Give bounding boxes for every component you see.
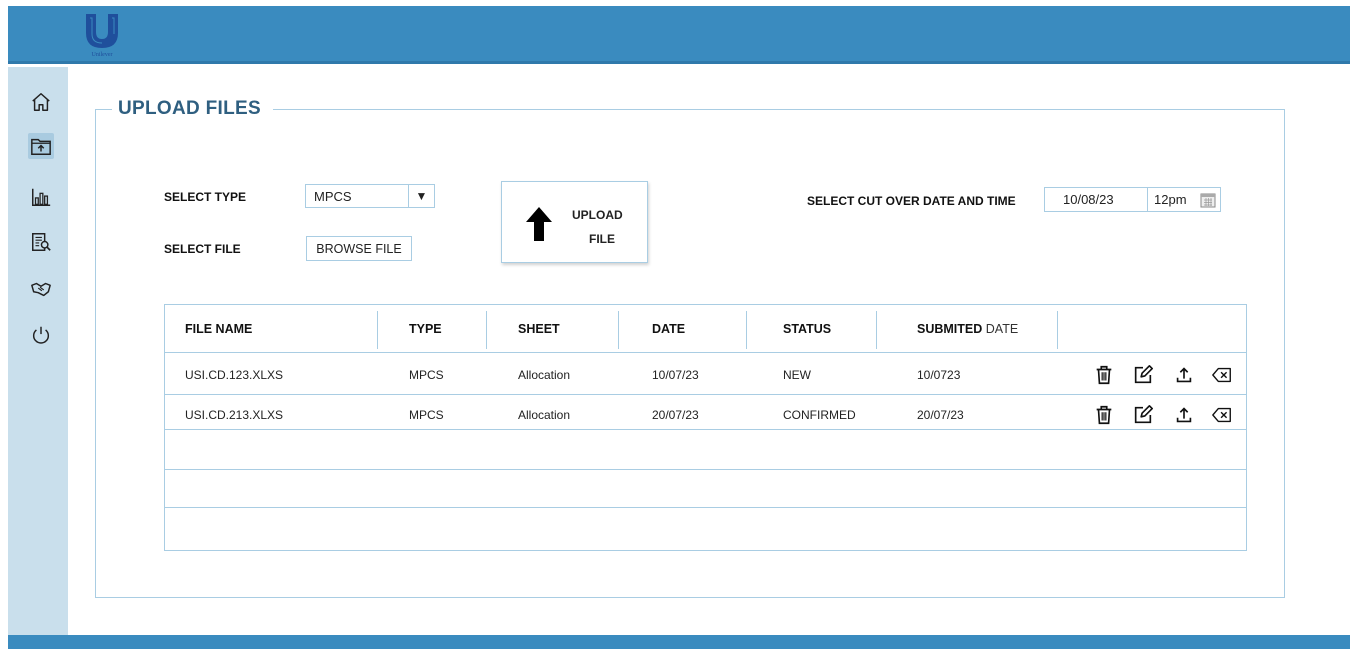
header-submitted-word: SUBMITED xyxy=(917,321,983,336)
header-divider xyxy=(377,311,378,349)
header-submitted-date: SUBMITED DATE xyxy=(917,305,1018,352)
bar-chart-icon xyxy=(32,188,51,206)
sidebar-item-home[interactable] xyxy=(28,89,54,115)
backspace-icon xyxy=(1212,407,1231,423)
table-row: USI.CD.123.XLXS MPCS Allocation 10/07/23… xyxy=(165,355,1246,395)
cell-type: MPCS xyxy=(409,368,444,382)
cell-sheet: Allocation xyxy=(518,368,571,382)
row-divider xyxy=(165,507,1246,508)
edit-icon xyxy=(1134,365,1153,384)
sidebar-item-reports[interactable] xyxy=(28,184,54,210)
edit-icon xyxy=(1134,405,1153,424)
cell-submitted: 10/0723 xyxy=(917,368,961,382)
clear-button[interactable] xyxy=(1210,363,1234,387)
trash-icon xyxy=(1096,405,1112,425)
header-divider xyxy=(486,311,487,349)
files-table: FILE NAME TYPE SHEET DATE STATUS SUBMITE… xyxy=(164,304,1247,551)
cutover-date-field[interactable]: 10/08/23 xyxy=(1044,187,1148,212)
arrow-up-icon xyxy=(526,207,552,241)
upload-row-button[interactable] xyxy=(1172,403,1196,427)
report-search-icon xyxy=(32,233,51,251)
header-divider xyxy=(1057,311,1058,349)
handshake-icon xyxy=(31,282,51,297)
browse-file-button[interactable]: BROWSE FILE xyxy=(306,236,412,261)
select-type-value: MPCS xyxy=(314,188,352,204)
select-file-label: SELECT FILE xyxy=(164,242,241,256)
edit-button[interactable] xyxy=(1131,403,1155,427)
upload-icon xyxy=(1176,367,1192,383)
sidebar-item-search-report[interactable] xyxy=(28,229,54,255)
sidebar xyxy=(8,67,68,635)
clear-button[interactable] xyxy=(1210,403,1234,427)
cutover-date-value: 10/08/23 xyxy=(1063,192,1114,207)
upload-row-button[interactable] xyxy=(1172,363,1196,387)
calendar-icon[interactable] xyxy=(1200,192,1216,208)
svg-text:Unilever: Unilever xyxy=(92,52,113,58)
sidebar-item-upload[interactable] xyxy=(28,133,54,159)
delete-button[interactable] xyxy=(1092,363,1116,387)
power-icon xyxy=(32,326,50,344)
cutover-time-field[interactable]: 12pm xyxy=(1147,187,1221,212)
upload-icon xyxy=(1176,407,1192,423)
unilever-logo[interactable]: Unilever xyxy=(78,12,126,58)
upload-label-line1: UPLOAD xyxy=(572,208,623,222)
header-date-word: DATE xyxy=(985,321,1019,336)
home-icon xyxy=(32,93,50,111)
select-type-dropdown[interactable]: MPCS ▼ xyxy=(305,184,435,208)
row-divider xyxy=(165,469,1246,470)
delete-button[interactable] xyxy=(1092,403,1116,427)
header-sheet: SHEET xyxy=(518,321,560,336)
header-date: DATE xyxy=(652,321,686,336)
upload-file-button[interactable]: UPLOAD FILE xyxy=(501,181,648,263)
edit-button[interactable] xyxy=(1131,363,1155,387)
page-title: UPLOAD FILES xyxy=(112,98,273,120)
header-file-name: FILE NAME xyxy=(185,321,253,336)
select-type-label: SELECT TYPE xyxy=(164,190,247,204)
header-status: STATUS xyxy=(783,321,832,336)
row-divider xyxy=(165,352,1246,353)
cell-file-name: USI.CD.123.XLXS xyxy=(185,368,284,382)
sidebar-item-logout[interactable] xyxy=(28,322,54,348)
cell-status: NEW xyxy=(783,368,811,382)
backspace-icon xyxy=(1212,367,1231,383)
row-divider xyxy=(165,429,1246,430)
header-type: TYPE xyxy=(409,321,442,336)
upload-folder-icon xyxy=(31,138,51,155)
header-divider xyxy=(746,311,747,349)
header-divider xyxy=(876,311,877,349)
sidebar-item-partners[interactable] xyxy=(28,276,54,302)
trash-icon xyxy=(1096,365,1112,385)
chevron-down-icon[interactable]: ▼ xyxy=(408,185,434,207)
upload-label-line2: FILE xyxy=(589,232,615,246)
cell-date: 10/07/23 xyxy=(652,368,699,382)
cutover-label: SELECT CUT OVER DATE AND TIME xyxy=(807,194,1016,208)
cutover-time-value: 12pm xyxy=(1154,192,1187,207)
header-divider xyxy=(618,311,619,349)
bottom-bar xyxy=(8,635,1350,649)
top-header: Unilever xyxy=(8,6,1350,64)
